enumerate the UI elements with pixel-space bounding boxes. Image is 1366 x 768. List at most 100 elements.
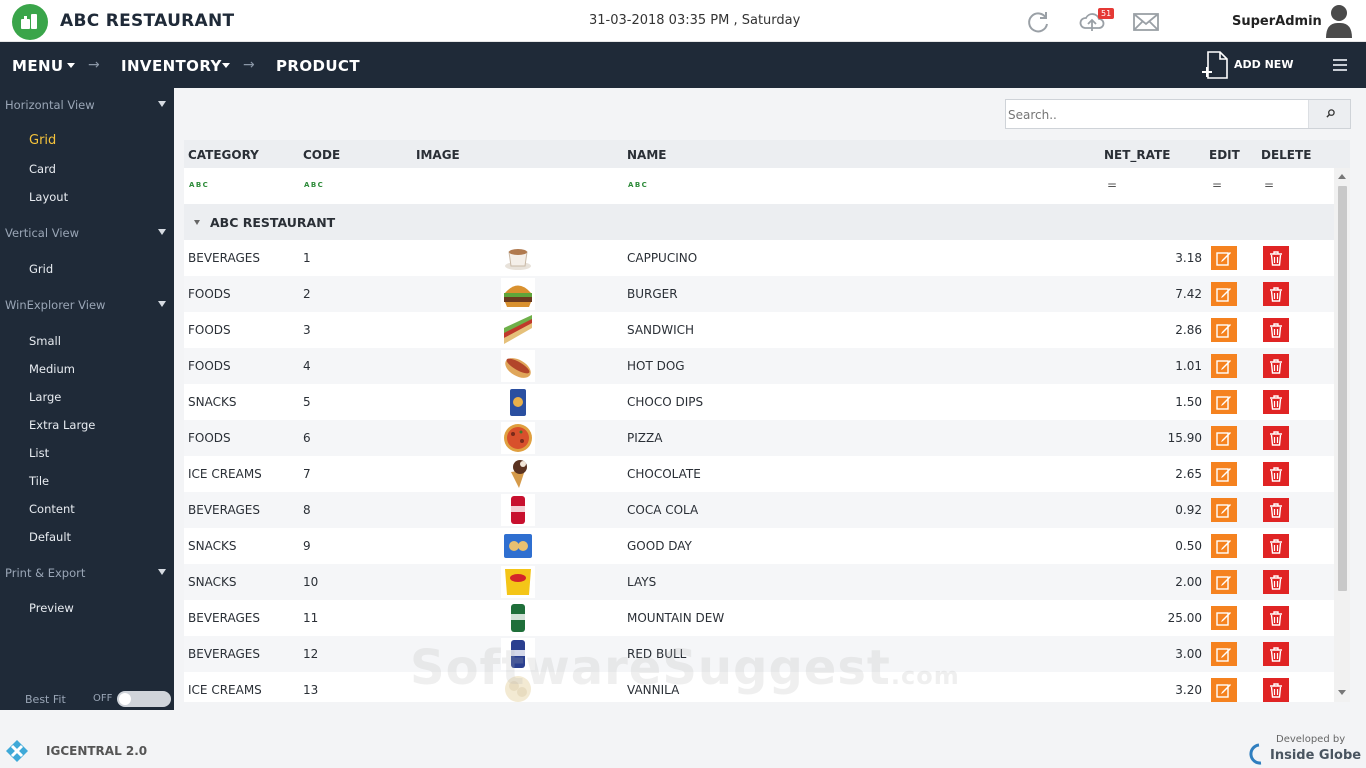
- table-row[interactable]: BEVERAGES 12 RED BULL 3.00: [184, 636, 1334, 672]
- delete-button[interactable]: [1263, 354, 1289, 378]
- table-row[interactable]: FOODS 4 HOT DOG 1.01: [184, 348, 1334, 384]
- cell-category: BEVERAGES: [188, 251, 260, 265]
- best-fit-toggle[interactable]: [117, 691, 171, 707]
- nav-product[interactable]: PRODUCT: [276, 57, 360, 75]
- search-button[interactable]: [1308, 100, 1350, 128]
- filter-equals-icon[interactable]: =: [1212, 178, 1222, 192]
- table-row[interactable]: FOODS 6 PIZZA 15.90: [184, 420, 1334, 456]
- table-row[interactable]: SNACKS 5 CHOCO DIPS 1.50: [184, 384, 1334, 420]
- sidebar-item-vertical-grid[interactable]: Grid: [29, 262, 53, 276]
- table-row[interactable]: SNACKS 9 GOOD DAY 0.50: [184, 528, 1334, 564]
- column-header-delete[interactable]: DELETE: [1261, 148, 1311, 162]
- delete-button[interactable]: [1263, 390, 1289, 414]
- edit-button[interactable]: [1211, 678, 1237, 702]
- delete-button[interactable]: [1263, 678, 1289, 702]
- inventory-caret-icon[interactable]: [222, 63, 230, 68]
- table-row[interactable]: ICE CREAMS 7 CHOCOLATE 2.65: [184, 456, 1334, 492]
- sidebar-section-horizontal-view[interactable]: Horizontal View: [5, 98, 95, 112]
- delete-button[interactable]: [1263, 282, 1289, 306]
- delete-button[interactable]: [1263, 318, 1289, 342]
- column-header-code[interactable]: CODE: [303, 148, 340, 162]
- filter-text-icon[interactable]: A B C: [304, 181, 323, 189]
- filter-equals-icon[interactable]: =: [1264, 178, 1274, 192]
- filter-equals-icon[interactable]: =: [1107, 178, 1117, 192]
- add-new-icon[interactable]: [1200, 50, 1230, 80]
- table-row[interactable]: BEVERAGES 8 COCA COLA 0.92: [184, 492, 1334, 528]
- scroll-down-icon[interactable]: [1338, 690, 1346, 695]
- sidebar-item-medium[interactable]: Medium: [29, 362, 75, 376]
- edit-button[interactable]: [1211, 390, 1237, 414]
- delete-button[interactable]: [1263, 462, 1289, 486]
- sidebar-section-winexplorer-view[interactable]: WinExplorer View: [5, 298, 105, 312]
- column-header-image[interactable]: IMAGE: [416, 148, 460, 162]
- vertical-scrollbar[interactable]: [1334, 168, 1350, 702]
- table-row[interactable]: BEVERAGES 11 MOUNTAIN DEW 25.00: [184, 600, 1334, 636]
- edit-button[interactable]: [1211, 606, 1237, 630]
- edit-button[interactable]: [1211, 282, 1237, 306]
- search-input[interactable]: [1008, 105, 1298, 125]
- edit-button[interactable]: [1211, 642, 1237, 666]
- edit-icon: [1216, 576, 1231, 590]
- delete-button[interactable]: [1263, 498, 1289, 522]
- sidebar-item-preview[interactable]: Preview: [29, 601, 74, 615]
- edit-button[interactable]: [1211, 426, 1237, 450]
- delete-button[interactable]: [1263, 426, 1289, 450]
- edit-button[interactable]: [1211, 570, 1237, 594]
- table-row[interactable]: FOODS 3 SANDWICH 2.86: [184, 312, 1334, 348]
- user-avatar-icon[interactable]: [1325, 2, 1353, 38]
- sidebar-item-small[interactable]: Small: [29, 334, 61, 348]
- sidebar-item-tile[interactable]: Tile: [29, 474, 49, 488]
- delete-button[interactable]: [1263, 570, 1289, 594]
- column-header-edit[interactable]: EDIT: [1209, 148, 1240, 162]
- scrollbar-thumb[interactable]: [1338, 186, 1347, 591]
- sidebar-item-layout[interactable]: Layout: [29, 190, 68, 204]
- sidebar-section-vertical-view[interactable]: Vertical View: [5, 226, 79, 240]
- chevron-down-icon[interactable]: [158, 569, 166, 575]
- chevron-down-icon[interactable]: [158, 301, 166, 307]
- hamburger-menu-icon[interactable]: [1333, 59, 1347, 71]
- sidebar-item-large[interactable]: Large: [29, 390, 61, 404]
- add-new-button[interactable]: ADD NEW: [1234, 58, 1293, 71]
- delete-button[interactable]: [1263, 534, 1289, 558]
- delete-button[interactable]: [1263, 246, 1289, 270]
- edit-icon: [1216, 468, 1231, 482]
- refresh-icon[interactable]: [1024, 8, 1052, 36]
- edit-button[interactable]: [1211, 318, 1237, 342]
- table-row[interactable]: SNACKS 10 LAYS 2.00: [184, 564, 1334, 600]
- cell-net-rate: 2.86: [1175, 323, 1202, 337]
- sidebar-item-list[interactable]: List: [29, 446, 49, 460]
- sidebar-item-card[interactable]: Card: [29, 162, 56, 176]
- delete-button[interactable]: [1263, 606, 1289, 630]
- edit-button[interactable]: [1211, 462, 1237, 486]
- collapse-caret-icon[interactable]: [194, 220, 200, 225]
- sidebar-section-print-export[interactable]: Print & Export: [5, 566, 85, 580]
- column-header-category[interactable]: CATEGORY: [188, 148, 259, 162]
- table-row[interactable]: BEVERAGES 1 CAPPUCINO 3.18: [184, 240, 1334, 276]
- edit-button[interactable]: [1211, 246, 1237, 270]
- nav-menu[interactable]: MENU: [12, 57, 64, 75]
- sidebar-item-grid[interactable]: Grid: [29, 133, 56, 148]
- current-datetime: 31-03-2018 03:35 PM , Saturday: [589, 13, 801, 28]
- column-header-net-rate[interactable]: NET_RATE: [1104, 148, 1170, 162]
- scroll-up-icon[interactable]: [1338, 174, 1346, 179]
- table-row[interactable]: FOODS 2 BURGER 7.42: [184, 276, 1334, 312]
- edit-button[interactable]: [1211, 354, 1237, 378]
- sidebar-item-default[interactable]: Default: [29, 530, 71, 544]
- nav-inventory[interactable]: INVENTORY: [121, 57, 222, 75]
- edit-button[interactable]: [1211, 534, 1237, 558]
- delete-button[interactable]: [1263, 642, 1289, 666]
- chevron-down-icon[interactable]: [158, 101, 166, 107]
- table-row[interactable]: ICE CREAMS 13 VANNILA 3.20: [184, 672, 1334, 702]
- mail-icon[interactable]: [1132, 8, 1160, 36]
- filter-text-icon[interactable]: A B C: [628, 181, 647, 189]
- column-header-name[interactable]: NAME: [627, 148, 666, 162]
- edit-button[interactable]: [1211, 498, 1237, 522]
- group-row[interactable]: ABC RESTAURANT: [184, 204, 1334, 240]
- menu-caret-icon[interactable]: [67, 63, 75, 68]
- sidebar-item-extra-large[interactable]: Extra Large: [29, 418, 95, 432]
- filter-text-icon[interactable]: A B C: [189, 181, 208, 189]
- sidebar-item-content[interactable]: Content: [29, 502, 75, 516]
- user-name[interactable]: SuperAdmin: [1232, 14, 1322, 29]
- chevron-down-icon[interactable]: [158, 229, 166, 235]
- footer: IGCENTRAL 2.0 Developed by Inside Globe: [0, 710, 1366, 768]
